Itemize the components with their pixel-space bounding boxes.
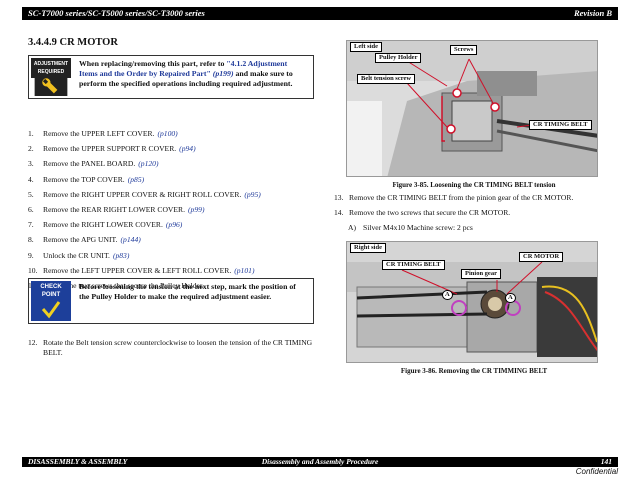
page-reference-link[interactable]: (p101) <box>234 263 254 278</box>
confidential-label: Confidential <box>575 467 618 476</box>
label-screw-a-1: A <box>442 290 453 300</box>
step-14: 14. Remove the two screws that secure th… <box>334 208 511 217</box>
page-reference-link[interactable]: (p99) <box>188 202 204 217</box>
label-screws: Screws <box>450 45 478 55</box>
figure-3-85-caption: Figure 3-85. Loosening the CR TIMING BEL… <box>392 181 556 189</box>
page-reference-link[interactable]: (p100) <box>157 126 177 141</box>
step-13: 13. Remove the CR TIMING BELT from the p… <box>334 193 574 202</box>
page-footer: DISASSEMBLY & ASSEMBLY Disassembly and A… <box>22 457 618 467</box>
adjustment-page-link[interactable]: (p199) <box>213 69 234 78</box>
figure-3-86-photo: Right side CR TIMING BELT CR MOTOR Pinio… <box>346 241 598 363</box>
label-belt-tension-screw: Belt tension screw <box>357 74 416 84</box>
label-left-side: Left side <box>350 42 383 52</box>
step-item: 1. Remove the UPPER LEFT COVER. (p100) <box>28 126 318 141</box>
step-item: 8. Remove the APG UNIT. (p144) <box>28 232 318 247</box>
step-item: 6. Remove the REAR RIGHT LOWER COVER. (p99… <box>28 202 318 217</box>
page-reference-link[interactable]: (p96) <box>166 217 182 232</box>
step-item: 5. Remove the RIGHT UPPER COVER & RIGHT R… <box>28 187 318 202</box>
footer-chapter: DISASSEMBLY & ASSEMBLY <box>28 457 128 466</box>
step-item: 4. Remove the TOP COVER. (p85) <box>28 172 318 187</box>
page-reference-link[interactable]: (p94) <box>179 141 195 156</box>
footer-page-number: 141 <box>600 457 612 466</box>
checkmark-icon <box>41 301 61 319</box>
section-title: 3.4.4.9 CR MOTOR <box>28 37 118 48</box>
page-reference-link[interactable]: (p83) <box>113 248 129 263</box>
label-pinion-gear: Pinion gear <box>461 269 501 279</box>
step-item: 10. Remove the LEFT UPPER COVER & LEFT RO… <box>28 263 318 278</box>
page-reference-link[interactable]: (p95) <box>244 187 260 202</box>
wrench-icon <box>34 78 68 96</box>
page-reference-link[interactable]: (p144) <box>121 232 141 247</box>
page-header: SC-T7000 series/SC-T5000 series/SC-T3000… <box>22 7 618 20</box>
figure-3-86-caption: Figure 3-86. Removing the CR TIMMING BEL… <box>400 367 548 375</box>
adjustment-required-icon: ADJUSTMENT REQUIRED <box>31 58 71 96</box>
figure-3-85-photo: Left side Pulley Holder Screws Belt tens… <box>346 40 598 177</box>
label-screw-a-2: A <box>505 293 516 303</box>
step-item: 2. Remove the UPPER SUPPORT R COVER. (p94) <box>28 141 318 156</box>
label-cr-timing-belt: CR TIMING BELT <box>382 260 445 270</box>
label-right-side: Right side <box>350 243 386 253</box>
label-cr-timing-belt: CR TIMING BELT <box>529 120 592 130</box>
header-model: SC-T7000 series/SC-T5000 series/SC-T3000… <box>28 8 205 18</box>
label-cr-motor: CR MOTOR <box>519 252 564 262</box>
procedure-steps: 1. Remove the UPPER LEFT COVER. (p100) 2. Re… <box>28 126 318 293</box>
header-revision: Revision B <box>573 8 612 18</box>
step-item: 9. Unlock the CR UNIT. (p83) <box>28 248 318 263</box>
page-reference-link[interactable]: (p120) <box>138 156 158 171</box>
step-item: 7. Remove the RIGHT LOWER COVER. (p96) <box>28 217 318 232</box>
check-point-note: CHECK POINT Before loosening the tension… <box>28 278 314 324</box>
page-reference-link[interactable]: (p85) <box>128 172 144 187</box>
adjustment-note: ADJUSTMENT REQUIRED When replacing/remov… <box>28 55 314 99</box>
step-item: 3. Remove the PANEL BOARD. (p120) <box>28 156 318 171</box>
step-14a: A) Silver M4x10 Machine screw: 2 pcs <box>348 223 473 232</box>
step-12: 12. Rotate the Belt tension screw counte… <box>28 338 313 357</box>
check-point-icon: CHECK POINT <box>31 281 71 321</box>
label-pulley-holder: Pulley Holder <box>375 53 422 63</box>
